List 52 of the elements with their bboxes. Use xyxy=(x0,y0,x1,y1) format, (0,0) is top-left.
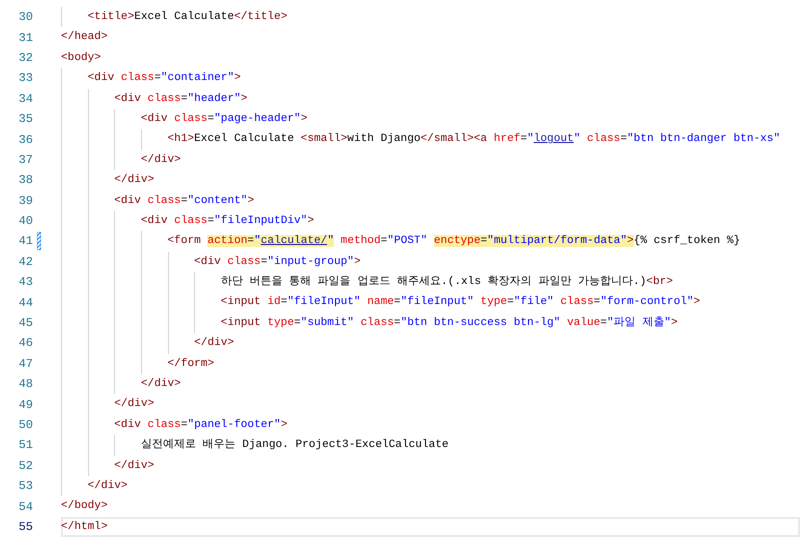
code-line: <div class="page-header"> xyxy=(140,112,308,127)
code-line: <div class="fileInputDiv"> xyxy=(140,214,316,229)
code-line: </div> xyxy=(114,173,156,188)
line-number: 38 xyxy=(18,172,33,190)
line-number: 39 xyxy=(18,192,33,210)
code-line: </div> xyxy=(114,458,156,474)
line-number: 41 xyxy=(18,233,33,250)
code-line: <div class="input-group"> xyxy=(194,254,362,270)
code-line: <body> xyxy=(61,50,102,66)
line-number: 42 xyxy=(18,254,33,271)
code-line: 하단 버튼을 통해 파일을 업로드 해주세요.(.xls 확장자의 파일만 가능합니다.)<br> xyxy=(220,274,674,290)
code-line: <input type="submit" class="btn btn-success btn-lg" value="파일 제출"> xyxy=(220,316,679,331)
code-line: <div class="container"> xyxy=(88,71,242,86)
line-number: 35 xyxy=(18,111,33,128)
code-line: </body> xyxy=(61,499,109,514)
line-number: 30 xyxy=(18,9,33,26)
line-number: 37 xyxy=(18,152,33,169)
line-number: 53 xyxy=(18,478,33,496)
code-line: </html> xyxy=(61,516,800,538)
line-number: 51 xyxy=(18,437,33,454)
code-line: <title>Excel Calculate</title> xyxy=(88,10,288,25)
line-number: 32 xyxy=(18,50,33,67)
code-line: </div> xyxy=(140,152,182,168)
code-line: <div class="panel-footer"> xyxy=(114,418,288,433)
code-line: </div> xyxy=(140,377,182,392)
line-number: 55 xyxy=(18,518,33,536)
line-number: 47 xyxy=(18,356,33,373)
code-line: </head> xyxy=(61,30,109,46)
code-line: <div class="content"> xyxy=(114,194,256,209)
code-line: </div> xyxy=(114,397,156,412)
line-number: 33 xyxy=(18,70,33,88)
line-number: 40 xyxy=(18,213,33,230)
line-number: 44 xyxy=(18,294,33,312)
line-number: 45 xyxy=(18,315,33,332)
line-number: 31 xyxy=(18,30,33,47)
code-line: <h1>Excel Calculate <small>with Django</small><a href="logout" class="btn btn-danger btn-xs" xyxy=(168,132,782,148)
line-number: 48 xyxy=(18,376,33,394)
line-number: 34 xyxy=(18,90,33,108)
line-number: 49 xyxy=(18,396,33,414)
code-line: 실전예제로 배우는 Django. Project3-ExcelCalculate xyxy=(140,438,450,454)
code-line: <input id="fileInput" name="fileInput" type="file" class="form-control"> xyxy=(220,295,702,310)
line-number: 50 xyxy=(18,417,33,434)
line-number: 43 xyxy=(18,274,33,292)
line-number: 54 xyxy=(18,498,33,516)
code-line: <div class="header"> xyxy=(114,92,248,107)
line-number: 36 xyxy=(18,132,33,149)
code-line: </div> xyxy=(88,478,129,494)
code-line: </div> xyxy=(194,336,236,352)
line-number: 46 xyxy=(18,335,33,352)
code-line: </form> xyxy=(168,356,216,372)
line-number: 52 xyxy=(18,458,33,475)
code-line: <form action="calculate/" method="POST" enctype="multipart/form-data">{% csrf_token %} xyxy=(168,234,742,250)
